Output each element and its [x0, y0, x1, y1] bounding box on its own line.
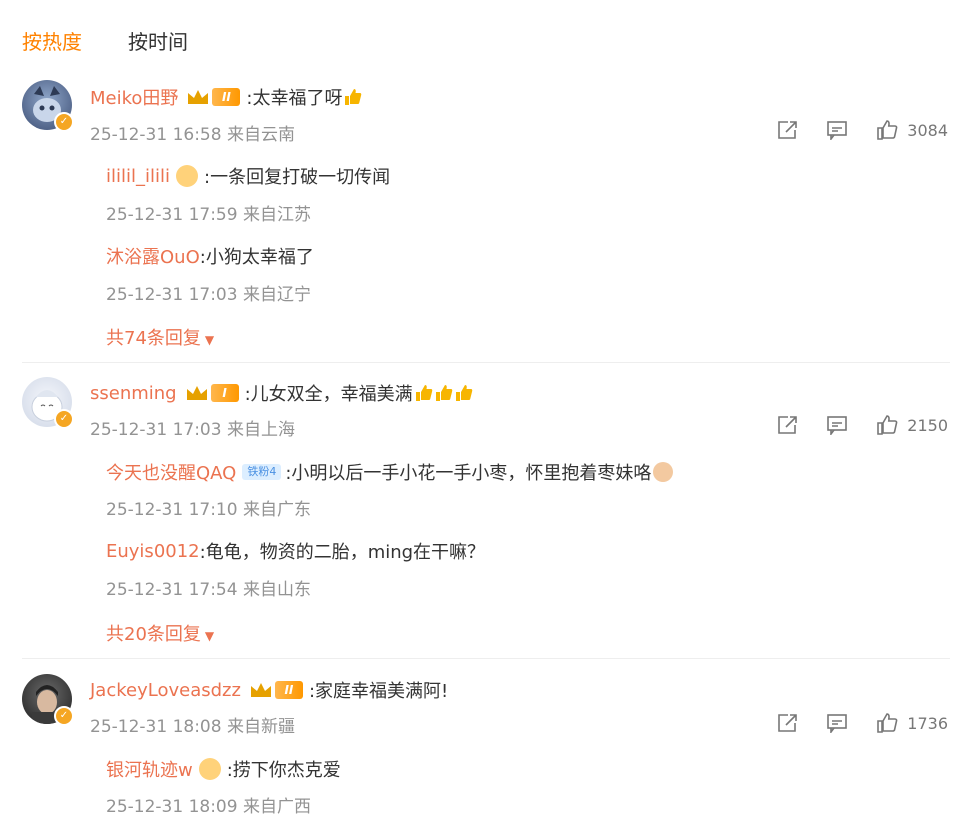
fan-badge-icon: [176, 165, 199, 187]
reply-meta: 25-12-31 17:10 来自广东: [106, 500, 311, 520]
reply-meta: 25-12-31 17:59 来自江苏: [106, 205, 311, 225]
username[interactable]: ssenming: [90, 383, 177, 404]
more-replies-label: 共20条回复: [106, 624, 201, 645]
cat-emoji-icon: [653, 462, 674, 482]
comment-meta: 25-12-31 18:08 来自新疆: [90, 717, 295, 737]
comment-icon[interactable]: [825, 119, 849, 141]
fan-level-badge: 铁粉4: [242, 464, 282, 480]
reply-item: 沐浴露OuO :小狗太幸福了: [106, 243, 314, 269]
comment-meta: 25-12-31 17:03 来自上海: [90, 420, 295, 440]
reply-meta: 25-12-31 18:09 来自广西: [106, 797, 311, 817]
reply-item: 今天也没醒QAQ 铁粉4 :小明以后一手小花一手小枣，怀里抱着枣妹咯: [106, 459, 674, 485]
divider: [22, 658, 950, 659]
reply-text: :捞下你杰克爱: [226, 760, 341, 781]
share-icon[interactable]: [775, 414, 799, 436]
comment-icon[interactable]: [825, 712, 849, 734]
comment-actions: 2150: [749, 414, 948, 436]
reply-username[interactable]: ililil_ilili: [106, 166, 170, 187]
reply-item: Euyis0012 :龟龟，物资的二胎，ming在干嘛？: [106, 538, 485, 564]
avatar[interactable]: ✓: [22, 377, 74, 429]
comment-text: :儿女双全，幸福美满: [244, 384, 413, 405]
reply-meta: 25-12-31 17:03 来自辽宁: [106, 285, 311, 305]
share-icon[interactable]: [775, 119, 799, 141]
like-icon[interactable]: [875, 119, 899, 141]
rank-badge: II: [274, 681, 303, 699]
more-replies-link[interactable]: 共74条回复 ▼: [106, 324, 214, 350]
comment-icon[interactable]: [825, 414, 849, 436]
divider: [22, 362, 950, 363]
comment-meta: 25-12-31 16:58 来自云南: [90, 125, 295, 145]
reply-text: :小明以后一手小花一手小枣，怀里抱着枣妹咯: [285, 463, 652, 484]
comment-text: :太幸福了呀: [246, 88, 343, 109]
tab-hot[interactable]: 按热度: [22, 26, 82, 56]
tab-time[interactable]: 按时间: [128, 26, 188, 56]
like-count: 1736: [907, 713, 948, 733]
reply-meta: 25-12-31 17:54 来自山东: [106, 580, 311, 600]
like-count: 3084: [907, 120, 948, 140]
reply-item: 银河轨迹w :捞下你杰克爱: [106, 756, 341, 782]
avatar[interactable]: ✓: [22, 80, 74, 132]
reply-text: :一条回复打破一切传闻: [204, 167, 391, 188]
thumbs-up-emoji-icon: [433, 383, 453, 403]
crown-icon: [249, 681, 273, 699]
comment-actions: 3084: [749, 119, 948, 141]
crown-icon: [185, 384, 209, 402]
reply-text: :龟龟，物资的二胎，ming在干嘛？: [199, 542, 486, 563]
comment-text: :家庭幸福美满阿!: [308, 681, 449, 702]
fan-badge-icon: [198, 758, 221, 780]
username[interactable]: Meiko田野: [90, 84, 178, 110]
thumbs-up-emoji-icon: [413, 383, 433, 403]
dropdown-caret-icon: ▼: [204, 629, 215, 643]
like-icon[interactable]: [875, 414, 899, 436]
reply-text: :小狗太幸福了: [199, 247, 314, 268]
reply-username[interactable]: 今天也没醒QAQ: [106, 459, 236, 485]
dropdown-caret-icon: ▼: [204, 333, 215, 347]
more-replies-link[interactable]: 共20条回复 ▼: [106, 620, 214, 646]
like-count: 2150: [907, 415, 948, 435]
crown-icon: [186, 88, 210, 106]
comment-actions: 1736: [749, 712, 948, 734]
more-replies-label: 共74条回复: [106, 328, 201, 349]
username[interactable]: JackeyLoveasdzz: [90, 680, 241, 701]
verified-badge-icon: ✓: [54, 409, 74, 429]
rank-badge: I: [210, 384, 239, 402]
reply-username[interactable]: 银河轨迹w: [106, 756, 193, 782]
verified-badge-icon: ✓: [54, 112, 74, 132]
reply-username[interactable]: 沐浴露OuO: [106, 243, 200, 269]
reply-item: ililil_ilili :一条回复打破一切传闻: [106, 163, 390, 189]
share-icon[interactable]: [775, 712, 799, 734]
thumbs-up-emoji-icon: [342, 87, 362, 107]
avatar[interactable]: ✓: [22, 674, 74, 726]
rank-badge: II: [212, 88, 241, 106]
like-icon[interactable]: [875, 712, 899, 734]
reply-username[interactable]: Euyis0012: [106, 541, 200, 562]
sort-tabs: 按热度 按时间: [22, 26, 188, 56]
thumbs-up-emoji-icon: [453, 383, 473, 403]
verified-badge-icon: ✓: [54, 706, 74, 726]
